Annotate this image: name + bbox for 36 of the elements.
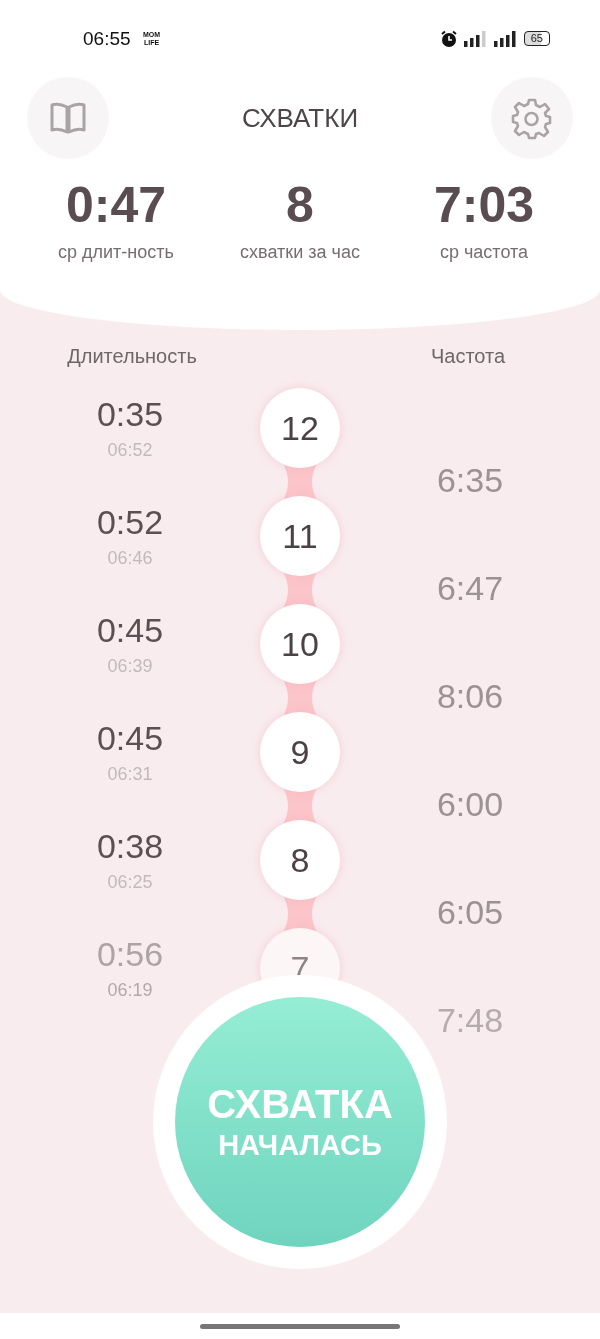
duration-value: 0:56 [96,934,164,974]
column-heading: Частота [429,344,507,368]
contraction-number: 9 [260,712,340,792]
duration-value: 0:45 [96,718,164,758]
contraction-number: 12 [260,388,340,468]
signal-icon [493,30,518,47]
signal-icon [463,30,488,47]
home-indicator[interactable] [200,1323,400,1329]
duration-value: 0:52 [96,502,164,542]
start-contraction-button[interactable]: СХВАТКА НАЧАЛАСЬ [175,997,425,1247]
start-time: 06:19 [107,979,153,1001]
stat-label: ср частота [439,241,529,264]
contraction-number: 11 [260,496,340,576]
frequency-value: 6:35 [436,460,504,501]
book-icon [49,101,87,135]
stat-label: схватки за час [240,241,360,264]
duration-value: 0:35 [96,394,164,434]
stat-label: ср длит-ность [58,241,174,264]
contraction-number: 8 [260,820,340,900]
battery-level: 65 [523,31,550,46]
frequency-value: 6:47 [436,568,504,609]
stat-value: 0:47 [65,177,167,233]
stat-value: 8 [286,177,314,233]
settings-icon [510,96,554,140]
frequency-value: 7:48 [436,1000,504,1041]
duration-value: 0:45 [96,610,164,650]
duration-value: 0:38 [96,826,164,866]
column-heading: Длительность [66,344,198,368]
frequency-value: 8:06 [436,676,504,717]
contraction-number: 10 [260,604,340,684]
alarm-icon [439,29,458,48]
stat-value: 7:03 [433,177,535,233]
frequency-value: 6:05 [436,892,504,933]
frequency-value: 6:00 [436,784,504,825]
screen-title: СХВАТКИ [241,102,359,134]
status-time: 06:55 [83,27,131,50]
